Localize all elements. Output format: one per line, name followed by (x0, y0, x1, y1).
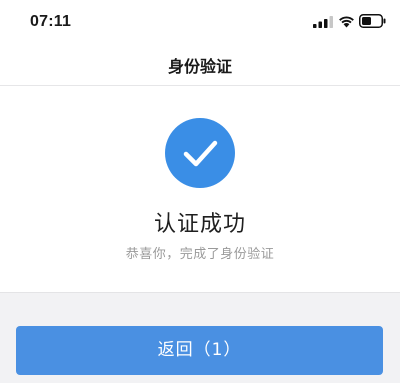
wifi-icon (339, 16, 354, 28)
battery-icon (359, 14, 386, 28)
signal-icon (313, 16, 333, 28)
result-title: 认证成功 (153, 212, 246, 237)
status-bar: 07:11 (0, 0, 400, 44)
checkmark-icon (165, 118, 235, 188)
result-subtitle: 恭喜你，完成了身份验证 (125, 247, 275, 262)
nav-bar: 身份验证 (0, 44, 400, 86)
page-title: 身份验证 (167, 57, 232, 76)
identity-verification-screen: 07:11 身份验证 认证成功 恭喜你，完成了身份验证 返回（1） (0, 0, 400, 383)
status-time: 07:11 (30, 13, 72, 30)
result-card: 认证成功 恭喜你，完成了身份验证 (0, 86, 400, 293)
back-button[interactable]: 返回（1） (16, 326, 383, 375)
